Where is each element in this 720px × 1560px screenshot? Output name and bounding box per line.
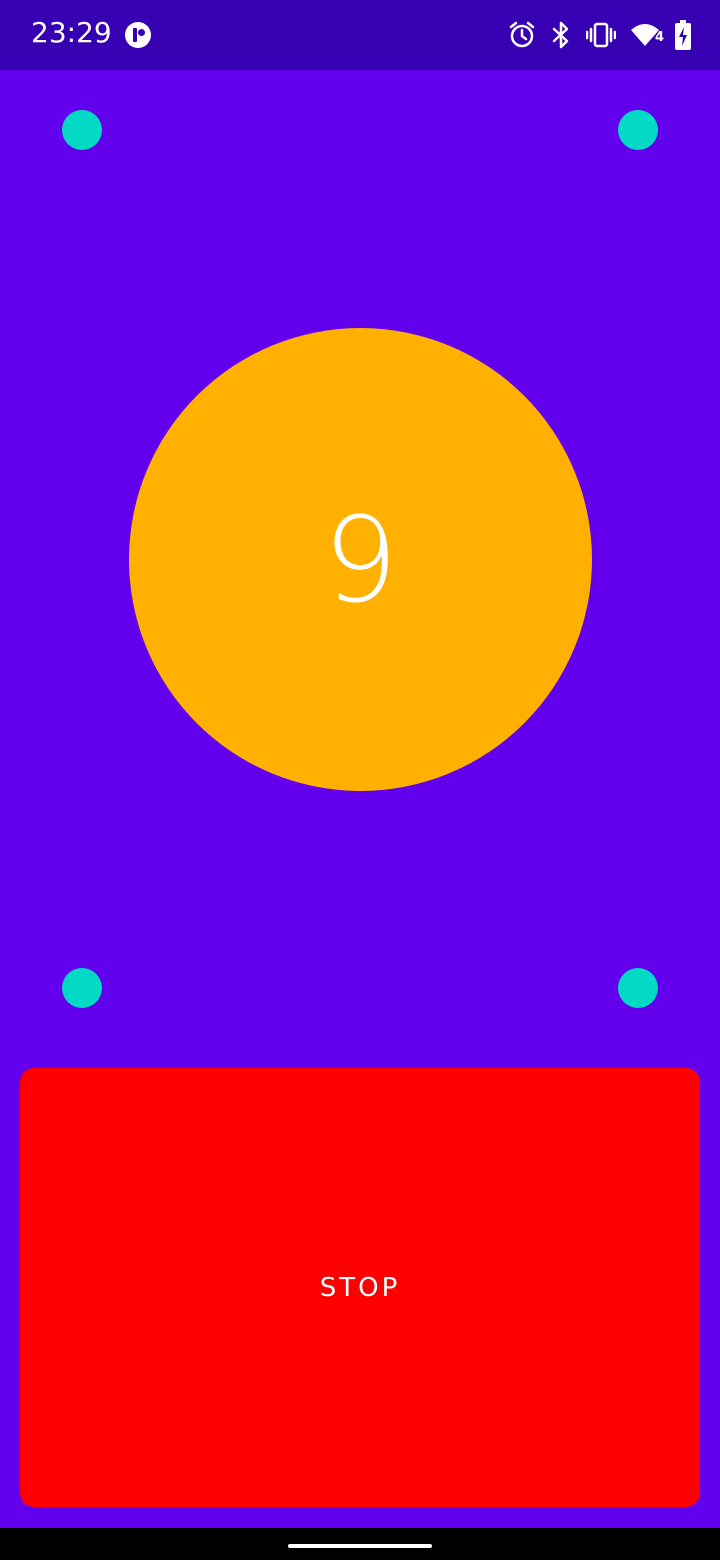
status-bar: 23:29 4 — [0, 0, 720, 70]
corner-dot-top-right — [618, 110, 658, 150]
vibrate-icon — [585, 18, 617, 52]
counter-circle: 9 — [129, 328, 592, 791]
battery-charging-icon — [674, 18, 692, 52]
corner-dot-top-left — [62, 110, 102, 150]
navigation-bar — [0, 1528, 720, 1560]
status-time: 23:29 — [31, 16, 112, 49]
network-type-badge: 4 — [654, 30, 664, 45]
stop-button-label: STOP — [319, 1272, 401, 1303]
wifi-icon: 4 — [630, 18, 664, 52]
alarm-icon — [508, 18, 536, 52]
stop-button[interactable]: STOP — [20, 1068, 700, 1507]
counter-value: 9 — [322, 490, 399, 629]
corner-dot-bottom-left — [62, 968, 102, 1008]
status-icons: 4 — [508, 18, 692, 52]
app-badge-icon — [124, 21, 152, 49]
main-content: 9 STOP — [0, 70, 720, 1528]
corner-dot-bottom-right — [618, 968, 658, 1008]
bluetooth-icon — [550, 18, 572, 52]
home-gesture-handle[interactable] — [288, 1544, 432, 1548]
